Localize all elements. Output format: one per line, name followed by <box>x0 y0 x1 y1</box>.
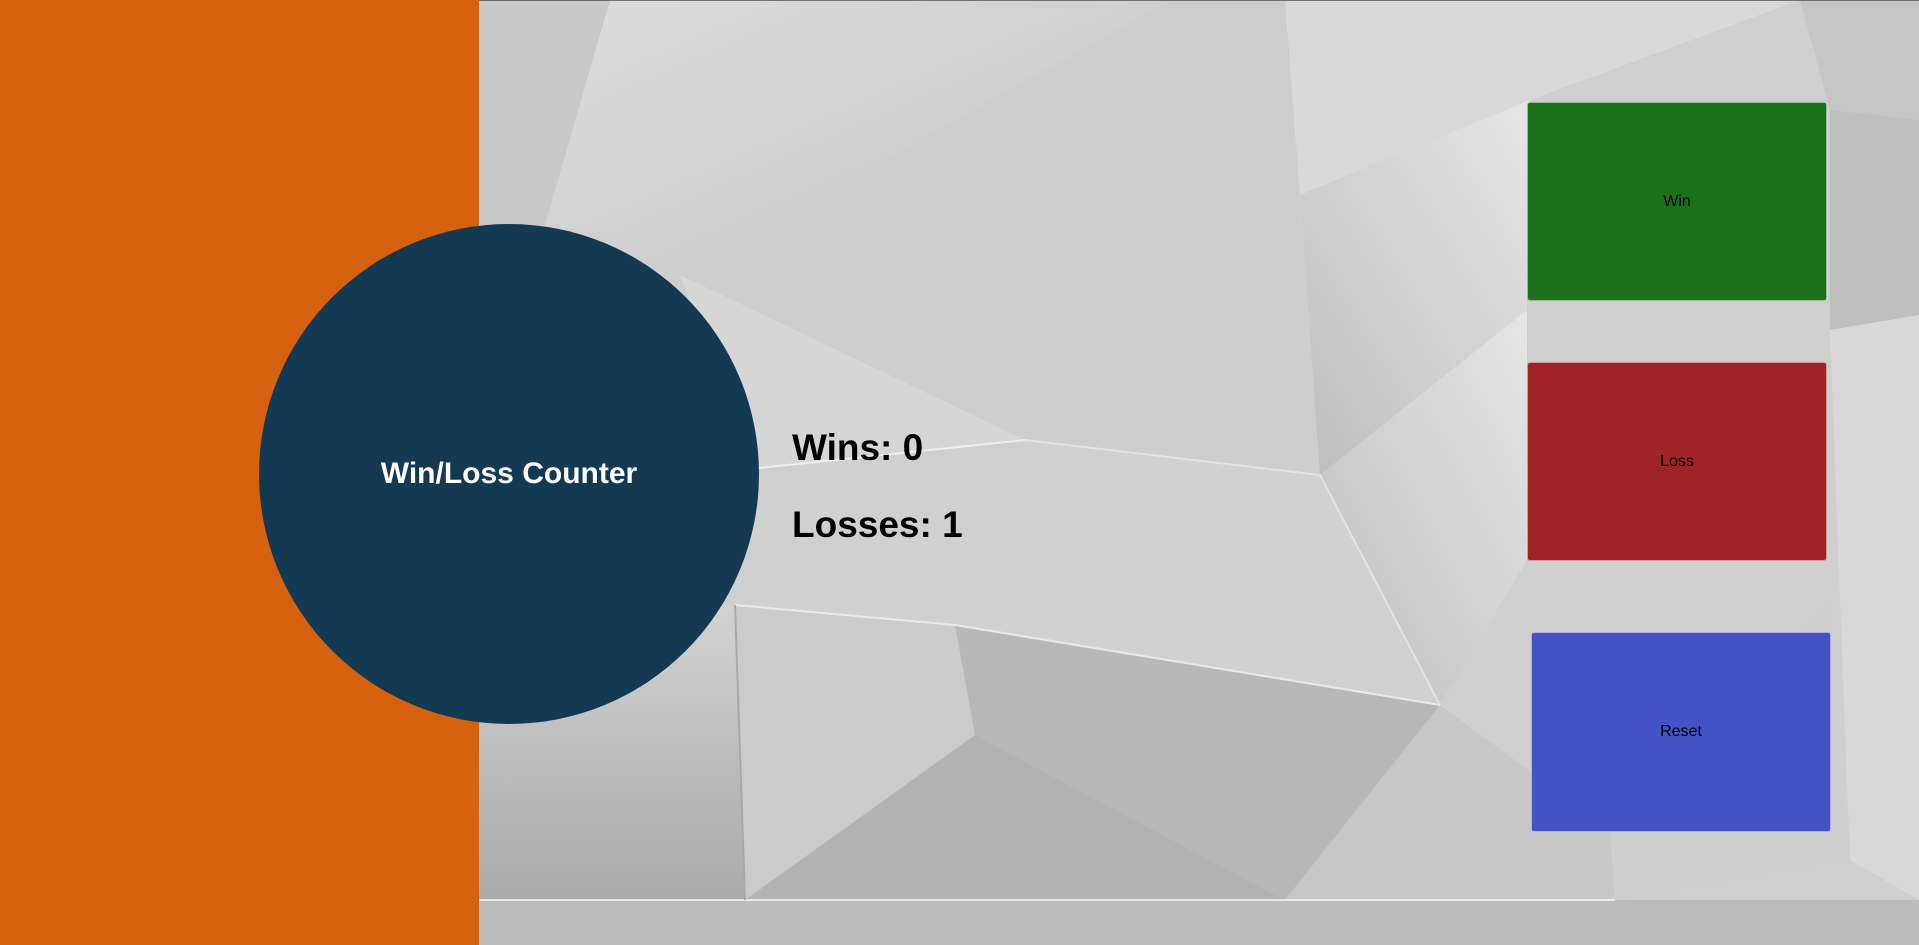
title-circle: Win/Loss Counter <box>259 224 759 724</box>
win-button[interactable]: Win <box>1527 102 1827 301</box>
reset-button-label: Reset <box>1660 723 1702 740</box>
wins-count: Wins: 0 <box>792 427 924 468</box>
loss-button-label: Loss <box>1660 452 1694 470</box>
losses-count: Losses: 1 <box>792 504 963 545</box>
page-title: Win/Loss Counter <box>380 457 638 490</box>
loss-button[interactable]: Loss <box>1527 362 1827 561</box>
app-page: Win/Loss Counter Wins: 0 Losses: 1 Win L… <box>0 0 1919 945</box>
win-button-label: Win <box>1663 192 1691 210</box>
stats-panel: Wins: 0 Losses: 1 <box>792 422 963 576</box>
reset-button[interactable]: Reset <box>1531 632 1831 832</box>
